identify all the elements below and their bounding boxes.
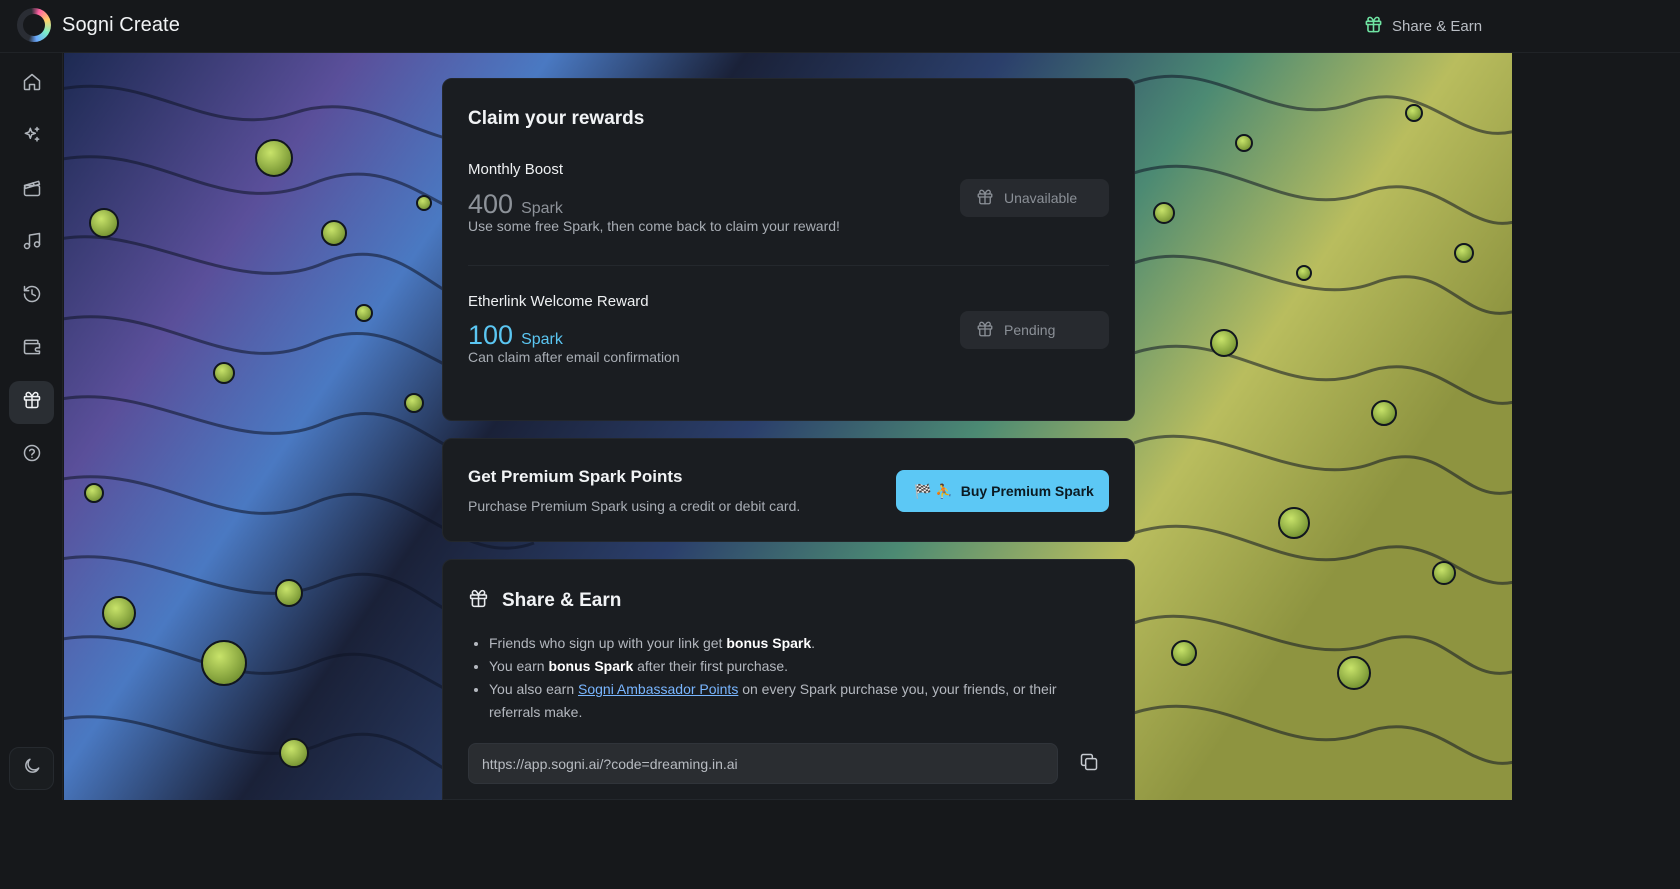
music-note-icon (22, 231, 42, 256)
buy-premium-spark-label: Buy Premium Spark (960, 483, 1094, 499)
gift-icon (22, 390, 42, 415)
ambassador-points-link[interactable]: Sogni Ambassador Points (578, 681, 738, 697)
share-earn-benefits-list: Friends who sign up with your link get b… (443, 632, 1103, 724)
wallet-icon (22, 337, 42, 362)
app-title: Sogni Create (62, 14, 180, 36)
sidebar-item-help[interactable] (9, 434, 54, 477)
home-icon (22, 72, 42, 97)
monthly-boost-unavailable-button[interactable]: Unavailable (960, 179, 1109, 217)
share-earn-title: Share & Earn (502, 590, 622, 611)
referral-link-field[interactable]: https://app.sogni.ai/?code=dreaming.in.a… (468, 743, 1058, 784)
etherlink-reward-amount: 100 (468, 320, 514, 350)
sidebar-item-music[interactable] (9, 222, 54, 265)
buy-premium-spark-button[interactable]: 🏁 ⛹ Buy Premium Spark (896, 470, 1109, 512)
etherlink-reward-unit: Spark (521, 331, 563, 348)
premium-spark-card: Get Premium Spark Points Purchase Premiu… (442, 438, 1135, 542)
sidebar-item-rewards[interactable] (9, 381, 54, 424)
bullet-1-end: . (811, 635, 816, 651)
sparkles-icon (22, 125, 42, 150)
gift-icon (468, 588, 489, 614)
claim-rewards-title: Claim your rewards (468, 108, 645, 129)
sidebar (0, 53, 63, 800)
etherlink-reward-pending-button[interactable]: Pending (960, 311, 1109, 349)
top-bar: Sogni Create Share & Earn (0, 0, 1680, 53)
share-earn-header: Share & Earn (468, 588, 621, 614)
checkered-flag-icon: 🏁 ⛹ (914, 482, 953, 499)
app-logo[interactable] (17, 8, 51, 42)
share-earn-card: Share & Earn Friends who sign up with yo… (442, 559, 1135, 800)
bullet-1-bold: bonus Spark (726, 635, 812, 651)
moon-icon (22, 756, 42, 781)
premium-spark-description: Purchase Premium Spark using a credit or… (468, 498, 801, 514)
rewards-divider (468, 265, 1109, 266)
etherlink-reward-amount-row: 100 Spark (468, 320, 680, 351)
list-item: You also earn Sogni Ambassador Points on… (489, 678, 1103, 724)
premium-spark-title: Get Premium Spark Points (468, 467, 683, 486)
etherlink-reward-title: Etherlink Welcome Reward (468, 293, 649, 310)
claim-rewards-card: Claim your rewards Monthly Boost 400 Spa… (442, 78, 1135, 421)
gift-icon (1364, 15, 1383, 38)
monthly-boost-status: Unavailable (1004, 190, 1078, 206)
monthly-boost-title: Monthly Boost (468, 161, 564, 178)
sidebar-item-history[interactable] (9, 275, 54, 318)
gift-icon (976, 320, 994, 341)
partial-button-edge (474, 799, 552, 800)
monthly-boost-unit: Spark (521, 200, 563, 217)
theme-toggle-button[interactable] (9, 747, 54, 790)
monthly-boost-amount-row: 400 Spark (468, 189, 840, 220)
copy-icon (1079, 752, 1099, 777)
copy-link-button[interactable] (1074, 749, 1104, 779)
clapperboard-icon (22, 178, 42, 203)
bullet-2-bold: bonus Spark (548, 658, 634, 674)
etherlink-reward-section: Etherlink Welcome Reward 100 Spark Can c… (468, 293, 680, 365)
monthly-boost-description: Use some free Spark, then come back to c… (468, 218, 840, 234)
share-earn-header-link[interactable]: Share & Earn (1364, 15, 1482, 37)
monthly-boost-amount: 400 (468, 189, 514, 219)
etherlink-reward-status: Pending (1004, 322, 1056, 338)
monthly-boost-section: Monthly Boost 400 Spark Use some free Sp… (468, 161, 840, 234)
history-icon (22, 284, 42, 309)
bullet-2-text: You earn (489, 658, 549, 674)
share-earn-header-label: Share & Earn (1392, 17, 1483, 35)
help-circle-icon (22, 443, 42, 468)
sidebar-item-video[interactable] (9, 169, 54, 212)
sidebar-item-create[interactable] (9, 116, 54, 159)
sidebar-item-home[interactable] (9, 63, 54, 106)
gift-icon (976, 188, 994, 209)
list-item: You earn bonus Spark after their first p… (489, 655, 1103, 678)
bullet-2-end: after their first purchase. (633, 658, 789, 674)
sidebar-item-wallet[interactable] (9, 328, 54, 371)
bullet-1-text: Friends who sign up with your link get (489, 635, 727, 651)
etherlink-reward-description: Can claim after email confirmation (468, 349, 680, 365)
list-item: Friends who sign up with your link get b… (489, 632, 1103, 655)
bullet-3-text: You also earn (489, 681, 578, 697)
